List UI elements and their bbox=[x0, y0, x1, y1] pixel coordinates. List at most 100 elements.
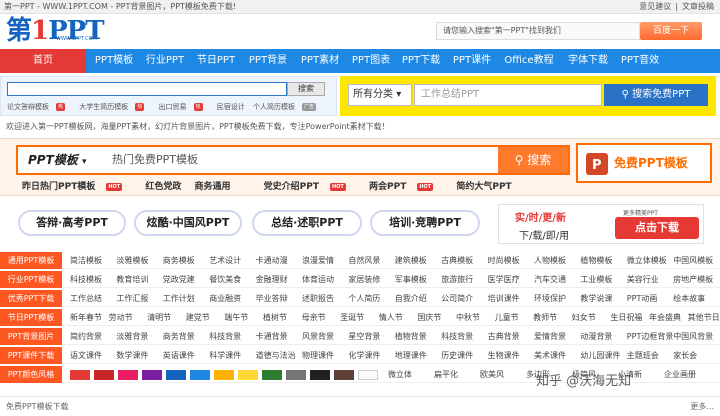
category-link[interactable]: 教师节 bbox=[533, 309, 557, 326]
category-link[interactable]: 植树节 bbox=[263, 309, 287, 326]
row-label[interactable]: 行业PPT模板 bbox=[0, 271, 62, 288]
nav-ppt-backgrounds[interactable]: PPT背景 bbox=[242, 49, 294, 73]
color-swatch[interactable] bbox=[262, 370, 282, 380]
category-link[interactable]: 植物背景 bbox=[395, 328, 427, 345]
category-link[interactable]: 金融理财 bbox=[256, 271, 288, 288]
hot-keyword[interactable]: 两会PPT HOT bbox=[369, 182, 443, 192]
category-link[interactable]: 地理课件 bbox=[395, 347, 427, 364]
category-link[interactable]: 科学课件 bbox=[209, 347, 241, 364]
category-link[interactable]: 中秋节 bbox=[456, 309, 480, 326]
category-link[interactable]: 体育运动 bbox=[302, 271, 334, 288]
category-link[interactable]: 述职报告 bbox=[302, 290, 334, 307]
category-link[interactable]: 建筑模板 bbox=[395, 252, 427, 269]
color-swatch[interactable] bbox=[238, 370, 258, 380]
category-link[interactable]: 房地产模板 bbox=[673, 271, 713, 288]
pill-training[interactable]: 培训·竞聘PPT bbox=[370, 210, 480, 236]
category-link[interactable]: 科技背景 bbox=[441, 328, 473, 345]
link-resume-template[interactable]: 个人简历模板 广告 bbox=[253, 103, 322, 111]
category-link[interactable]: 欧美风 bbox=[480, 366, 504, 383]
baidu-search-input[interactable]: 请您输入搜索"第一PPT"找到我们 bbox=[436, 22, 640, 40]
category-link[interactable]: 新年春节 bbox=[70, 309, 102, 326]
row-label[interactable]: 优秀PPT下载 bbox=[0, 290, 62, 307]
template-search-button[interactable]: ⚲ 搜索 bbox=[498, 147, 568, 173]
category-link[interactable]: 淡雅模板 bbox=[116, 252, 148, 269]
category-link[interactable]: 医学医疗 bbox=[488, 271, 520, 288]
category-link[interactable]: 扁平化 bbox=[434, 366, 458, 383]
category-link[interactable]: 绘本故事 bbox=[673, 290, 705, 307]
color-swatch[interactable] bbox=[70, 370, 90, 380]
category-link[interactable]: 数学课件 bbox=[116, 347, 148, 364]
nav-ppt-materials[interactable]: PPT素材 bbox=[294, 49, 346, 73]
nav-ppt-download[interactable]: PPT下载 bbox=[396, 49, 446, 73]
template-search-input[interactable]: 热门免费PPT模板 bbox=[112, 147, 502, 173]
link-thesis-template[interactable]: 论文答辩模板热 bbox=[7, 103, 71, 111]
row-label[interactable]: 通用PPT模板 bbox=[0, 252, 62, 269]
category-link[interactable]: 环境保护 bbox=[534, 290, 566, 307]
category-link[interactable]: 工作总结 bbox=[70, 290, 102, 307]
category-link[interactable]: 劳动节 bbox=[109, 309, 133, 326]
category-link[interactable]: 自然风景 bbox=[348, 252, 380, 269]
color-swatch[interactable] bbox=[94, 370, 114, 380]
category-link[interactable]: 道德与法治 bbox=[256, 347, 296, 364]
category-link[interactable]: 浪漫爱情 bbox=[302, 252, 334, 269]
pill-summary[interactable]: 总结·述职PPT bbox=[252, 210, 362, 236]
category-link[interactable]: PPT动画 bbox=[627, 290, 658, 307]
category-link[interactable]: 科技模板 bbox=[70, 271, 102, 288]
category-link[interactable]: 军事模板 bbox=[395, 271, 427, 288]
footer-more-link[interactable]: 更多... bbox=[690, 397, 714, 416]
category-link[interactable]: 卡通动漫 bbox=[256, 252, 288, 269]
category-link[interactable]: 餐饮美食 bbox=[209, 271, 241, 288]
category-link[interactable]: 古典背景 bbox=[488, 328, 520, 345]
category-link[interactable]: 教学说课 bbox=[580, 290, 612, 307]
category-link[interactable]: 商业融资 bbox=[209, 290, 241, 307]
category-link[interactable]: 年会盛典 bbox=[649, 309, 681, 326]
color-swatch[interactable] bbox=[310, 370, 330, 380]
category-link[interactable]: 卡通背景 bbox=[256, 328, 288, 345]
site-search-button[interactable]: 搜索 bbox=[287, 82, 325, 96]
category-link[interactable]: 生物课件 bbox=[488, 347, 520, 364]
color-swatch[interactable] bbox=[358, 370, 378, 380]
category-link[interactable]: 动漫背景 bbox=[580, 328, 612, 345]
color-swatch[interactable] bbox=[286, 370, 306, 380]
free-ppt-search-button[interactable]: ⚲ 搜索免费PPT bbox=[604, 84, 708, 106]
nav-home[interactable]: 首页 bbox=[0, 49, 86, 73]
row-label[interactable]: PPT颜色风格 bbox=[0, 366, 62, 383]
color-swatch[interactable] bbox=[214, 370, 234, 380]
hot-keyword[interactable]: 商务通用 bbox=[195, 182, 231, 192]
category-link[interactable]: 主题班会 bbox=[627, 347, 659, 364]
category-link[interactable]: 风景背景 bbox=[302, 328, 334, 345]
color-swatch[interactable] bbox=[142, 370, 162, 380]
category-link[interactable]: 清明节 bbox=[147, 309, 171, 326]
category-link[interactable]: 家居装修 bbox=[348, 271, 380, 288]
category-link[interactable]: 生日祝福 bbox=[610, 309, 642, 326]
category-link[interactable]: 儿童节 bbox=[495, 309, 519, 326]
category-link[interactable]: 中国风背景 bbox=[673, 328, 713, 345]
category-link[interactable]: 党政党建 bbox=[163, 271, 195, 288]
pill-defense[interactable]: 答辩·高考PPT bbox=[18, 210, 126, 236]
nav-font-download[interactable]: 字体下载 bbox=[562, 49, 614, 73]
category-link[interactable]: 美容行业 bbox=[627, 271, 659, 288]
category-link[interactable]: 工作计划 bbox=[163, 290, 195, 307]
category-link[interactable]: 中国风模板 bbox=[673, 252, 713, 269]
category-link[interactable]: 公司简介 bbox=[441, 290, 473, 307]
category-link[interactable]: PPT边框背景 bbox=[627, 328, 674, 345]
category-link[interactable]: 艺术设计 bbox=[209, 252, 241, 269]
nav-ppt-courseware[interactable]: PPT课件 bbox=[446, 49, 498, 73]
category-link[interactable]: 人物模板 bbox=[534, 252, 566, 269]
free-ppt-template-button[interactable]: P 免费PPT模板 bbox=[576, 143, 712, 183]
category-link[interactable]: 圣诞节 bbox=[340, 309, 364, 326]
category-link[interactable]: 妇女节 bbox=[572, 309, 596, 326]
category-link[interactable]: 物理课件 bbox=[302, 347, 334, 364]
pill-chinese-style[interactable]: 炫酷·中国风PPT bbox=[134, 210, 242, 236]
color-swatch[interactable] bbox=[334, 370, 354, 380]
nav-ppt-charts[interactable]: PPT图表 bbox=[346, 49, 396, 73]
category-link[interactable]: 商务背景 bbox=[163, 328, 195, 345]
category-link[interactable]: 自我介绍 bbox=[395, 290, 427, 307]
category-link[interactable]: 化学课件 bbox=[348, 347, 380, 364]
category-select[interactable]: 所有分类 ▾ bbox=[348, 84, 412, 106]
category-link[interactable]: 商务模板 bbox=[163, 252, 195, 269]
category-link[interactable]: 简约背景 bbox=[70, 328, 102, 345]
category-link[interactable]: 毕业答辩 bbox=[256, 290, 288, 307]
category-link[interactable]: 母亲节 bbox=[302, 309, 326, 326]
category-link[interactable]: 工业模板 bbox=[580, 271, 612, 288]
